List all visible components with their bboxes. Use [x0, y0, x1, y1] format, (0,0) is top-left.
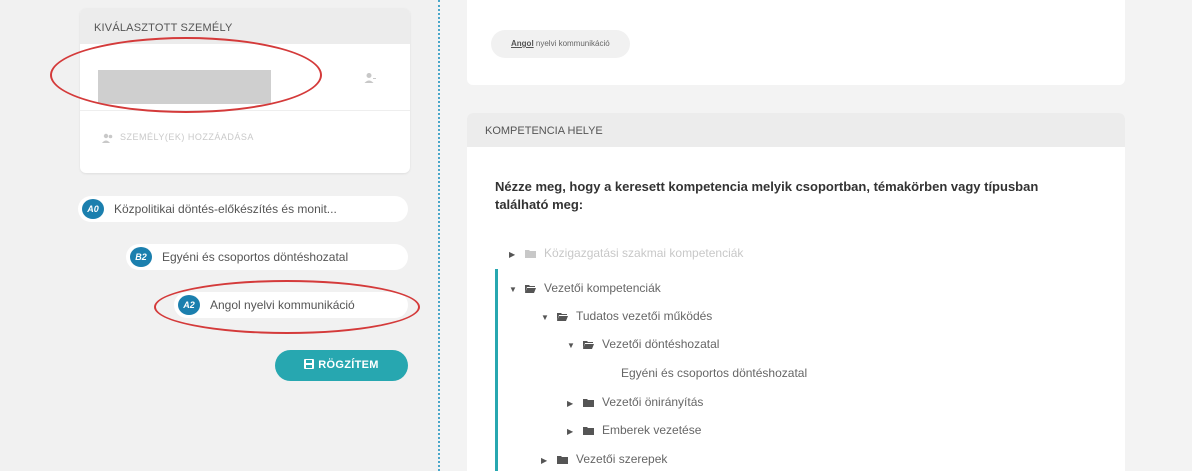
- caret-down-icon: ▼: [567, 341, 575, 350]
- tree-node-label: Vezetői kompetenciák: [544, 281, 661, 295]
- caret-right-icon: ▶: [567, 399, 574, 408]
- caret-down-icon: ▼: [509, 285, 517, 294]
- tree-node[interactable]: ▶ Közigazgatási szakmai kompetenciák: [509, 244, 743, 262]
- breadcrumb-label: Egyéni és csoportos döntéshozatal: [162, 250, 349, 264]
- competency-location-card: KOMPETENCIA HELYE Nézze meg, hogy a kere…: [467, 113, 1125, 471]
- folder-icon: [557, 456, 568, 464]
- tree-node-label: Vezetői döntéshozatal: [602, 337, 720, 351]
- competency-location-header: KOMPETENCIA HELYE: [467, 113, 1125, 147]
- tree-node[interactable]: ▼ Vezetői kompetenciák: [509, 279, 661, 297]
- save-button-label: RÖGZÍTEM: [318, 359, 379, 371]
- breadcrumb-item[interactable]: B2 Egyéni és csoportos döntéshozatal: [126, 244, 408, 270]
- tree-node[interactable]: ▼ Vezetői döntéshozatal: [567, 335, 719, 353]
- folder-open-icon: [525, 285, 536, 293]
- folder-icon: [525, 250, 536, 258]
- folder-open-icon: [557, 313, 568, 321]
- folder-icon: [583, 399, 594, 407]
- breadcrumb-label: Közpolitikai döntés-előkészítés és monit…: [114, 202, 337, 216]
- competency-tag-bold: Angol: [511, 39, 534, 48]
- tree-node-label: Tudatos vezetői működés: [576, 309, 713, 323]
- tree-node[interactable]: Egyéni és csoportos döntéshozatal: [621, 364, 807, 382]
- tree-node-label: Közigazgatási szakmai kompetenciák: [544, 246, 744, 260]
- caret-right-icon: ▶: [509, 250, 516, 259]
- add-person-label: SZEMÉLY(EK) HOZZÁADÁSA: [120, 132, 254, 142]
- breadcrumb-item[interactable]: A0 Közpolitikai döntés-előkészítés és mo…: [78, 196, 408, 222]
- annotation-ellipse: [154, 280, 420, 334]
- add-person-link[interactable]: SZEMÉLY(EK) HOZZÁADÁSA: [102, 132, 254, 143]
- tree-node-label: Egyéni és csoportos döntéshozatal: [621, 366, 808, 380]
- caret-right-icon: ▶: [541, 456, 548, 465]
- selected-person-header: KIVÁLASZTOTT SZEMÉLY: [80, 8, 410, 44]
- competency-tag-text: nyelvi kommunikáció: [533, 39, 610, 48]
- annotation-ellipse: [50, 37, 322, 113]
- tree-node[interactable]: ▶ Emberek vezetése: [567, 421, 701, 439]
- instruction-text: Nézze meg, hogy a keresett kompetencia m…: [495, 179, 1039, 212]
- user-icon[interactable]: [364, 72, 376, 84]
- tree-node-label: Emberek vezetése: [602, 423, 702, 437]
- level-badge: A0: [82, 199, 104, 219]
- level-badge: B2: [130, 247, 152, 267]
- tree-highlight-bar: [495, 269, 498, 471]
- caret-down-icon: ▼: [541, 313, 549, 322]
- tree-node[interactable]: ▶ Vezetői szerepek: [541, 450, 667, 468]
- tree-node-label: Vezetői önirányítás: [602, 395, 704, 409]
- save-button[interactable]: RÖGZÍTEM: [275, 350, 408, 381]
- folder-icon: [583, 427, 594, 435]
- tree-node[interactable]: ▼ Tudatos vezetői működés: [541, 307, 712, 325]
- panel-divider: [438, 0, 440, 471]
- save-icon: [304, 359, 315, 369]
- folder-open-icon: [583, 341, 594, 349]
- tree-node-label: Vezetői szerepek: [576, 452, 668, 466]
- caret-right-icon: ▶: [567, 427, 574, 436]
- selected-competency-card: Angol nyelvi kommunikáció: [467, 0, 1125, 85]
- competency-tag[interactable]: Angol nyelvi kommunikáció: [491, 30, 630, 58]
- add-users-icon: [102, 133, 113, 143]
- tree-node[interactable]: ▶ Vezetői önirányítás: [567, 393, 703, 411]
